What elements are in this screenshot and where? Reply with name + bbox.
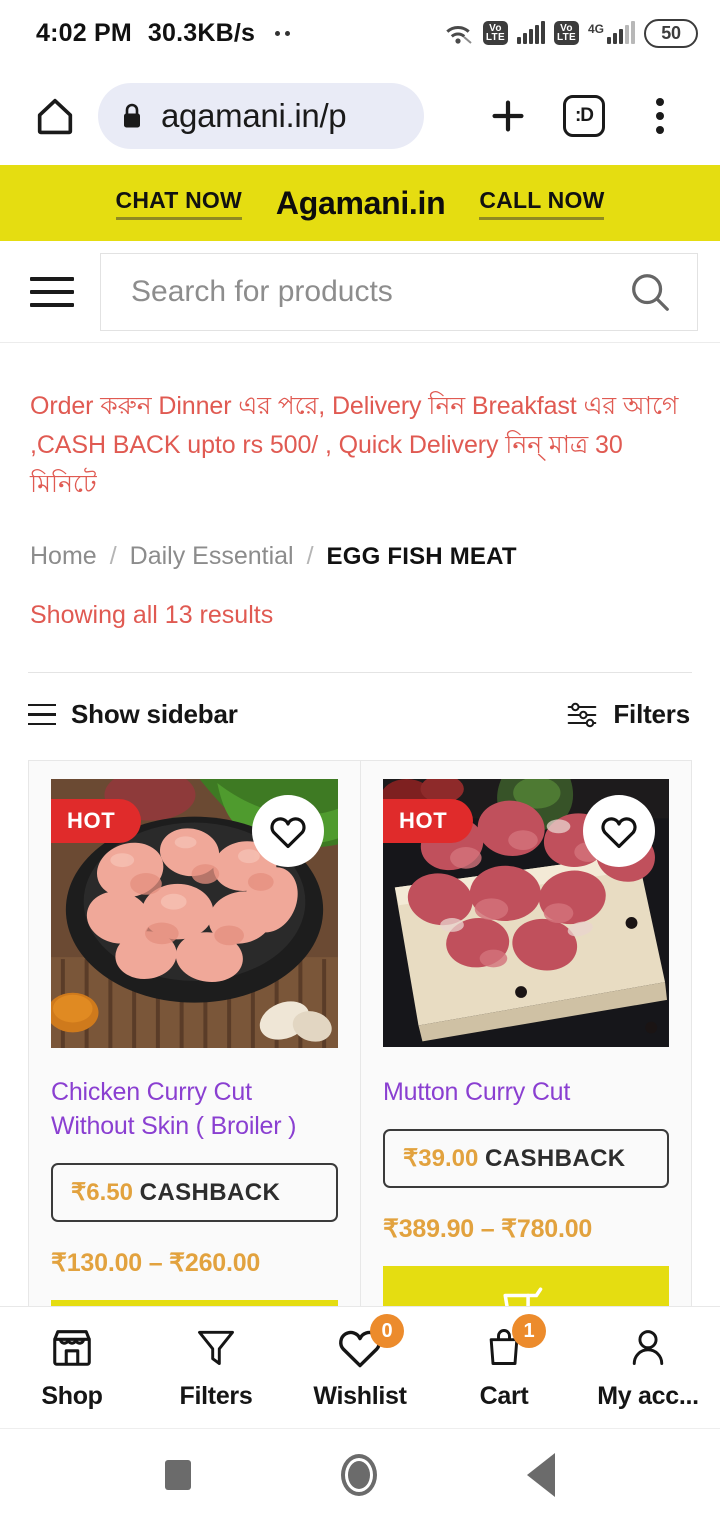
nav-label-my-account: My acc... — [597, 1382, 699, 1410]
product-card[interactable]: HOT Mutton Curry Cut ₹39.00 CASHBACK ₹38… — [360, 761, 691, 1392]
url-text: agamani.in/p — [161, 96, 347, 134]
url-bar[interactable]: agamani.in/p — [98, 82, 424, 149]
cashback-label: CASHBACK — [139, 1179, 281, 1206]
cashback-badge: ₹39.00 CASHBACK — [383, 1129, 669, 1188]
show-sidebar-button[interactable]: Show sidebar — [28, 699, 238, 730]
cashback-amount: ₹39.00 — [403, 1145, 479, 1172]
nav-item-cart[interactable]: 1 Cart — [432, 1314, 576, 1411]
nav-item-wishlist[interactable]: 0 Wishlist — [288, 1314, 432, 1411]
hot-badge: HOT — [383, 799, 474, 843]
cart-icon-wrap: 1 — [482, 1314, 546, 1370]
call-now-link[interactable]: CALL NOW — [479, 187, 605, 220]
volte-icon-sim2: Vo LTE — [553, 21, 579, 45]
nav-label-wishlist: Wishlist — [313, 1382, 407, 1410]
show-sidebar-label: Show sidebar — [71, 699, 238, 729]
cashback-label: CASHBACK — [485, 1145, 626, 1172]
chat-now-link[interactable]: CHAT NOW — [115, 187, 242, 220]
sliders-icon — [568, 702, 597, 727]
product-image[interactable]: HOT — [383, 779, 669, 1051]
product-card[interactable]: HOT Chicken Curry Cut Without Skin ( Bro… — [29, 761, 360, 1392]
funnel-icon-wrap — [194, 1324, 238, 1370]
catalog-toolbar: Show sidebar Filters — [0, 673, 720, 730]
nav-label-shop: Shop — [41, 1382, 103, 1410]
nav-item-my-account[interactable]: My acc... — [576, 1324, 720, 1411]
breadcrumb-separator: / — [109, 542, 117, 570]
signal-bars-sim1 — [516, 21, 545, 44]
volte-icon-sim1: Vo LTE — [482, 21, 508, 45]
heart-icon — [270, 817, 306, 849]
shop-icon-wrap — [48, 1324, 96, 1370]
product-title[interactable]: Chicken Curry Cut Without Skin ( Broiler… — [51, 1075, 338, 1143]
site-brand-title: Agamani.in — [275, 184, 446, 221]
wifi-icon — [446, 25, 472, 44]
kebab-menu-icon[interactable] — [622, 97, 698, 134]
browser-toolbar: agamani.in/p :D — [0, 66, 720, 165]
cashback-amount: ₹6.50 — [71, 1179, 133, 1206]
back-button-icon[interactable] — [527, 1452, 555, 1497]
product-price: ₹130.00 – ₹260.00 — [51, 1249, 261, 1277]
product-title[interactable]: Mutton Curry Cut — [383, 1075, 669, 1109]
lock-icon — [124, 103, 140, 127]
status-bar-right: Vo LTE Vo LTE 4G 50 — [444, 18, 698, 48]
phone-screen: 4:02 PM 30.3KB/s Vo LTE Vo LTE 4G 50 aga… — [0, 0, 720, 1520]
status-time: 4:02 PM — [36, 18, 132, 47]
browser-actions: :D — [470, 93, 698, 139]
recents-button-icon[interactable] — [165, 1459, 191, 1490]
product-grid: HOT Chicken Curry Cut Without Skin ( Bro… — [28, 760, 692, 1393]
nav-item-filters[interactable]: Filters — [144, 1324, 288, 1411]
signal-bars-sim2 — [607, 21, 635, 44]
funnel-icon — [198, 1330, 234, 1365]
filters-button[interactable]: Filters — [566, 699, 690, 730]
filters-label: Filters — [613, 699, 690, 729]
home-icon[interactable] — [26, 93, 84, 139]
breadcrumb-item-current: EGG FISH MEAT — [326, 542, 517, 570]
breadcrumb-separator: / — [306, 542, 314, 570]
hamburger-icon[interactable] — [30, 276, 74, 307]
cashback-badge: ₹6.50 CASHBACK — [51, 1163, 338, 1222]
heart-icon — [601, 817, 637, 849]
nav-item-shop[interactable]: Shop — [0, 1324, 144, 1411]
mobile-data-4g-icon: 4G — [587, 21, 635, 44]
bottom-navigation-bar: Shop Filters 0 Wishlist 1 Cart My acc... — [0, 1306, 720, 1428]
results-count: Showing all 13 results — [30, 601, 274, 629]
status-bar: 4:02 PM 30.3KB/s Vo LTE Vo LTE 4G 50 — [0, 0, 720, 66]
battery-indicator: 50 — [644, 18, 698, 48]
nav-label-cart: Cart — [479, 1382, 529, 1410]
notification-dots-icon — [275, 30, 291, 36]
breadcrumb: Home / Daily Essential / EGG FISH MEAT — [0, 504, 720, 571]
search-input[interactable] — [131, 274, 617, 309]
network-speed: 30.3KB/s — [147, 18, 256, 47]
nav-label-filters: Filters — [179, 1382, 253, 1410]
sidebar-toggle-icon — [28, 703, 56, 726]
status-bar-left: 4:02 PM 30.3KB/s — [36, 18, 291, 48]
site-top-banner: CHAT NOW Agamani.in CALL NOW — [0, 165, 720, 241]
tab-count-button[interactable]: :D — [546, 94, 622, 137]
android-navigation-bar — [0, 1428, 720, 1520]
cart-count-badge: 1 — [512, 1314, 546, 1348]
promo-message: Order করুন Dinner এর পরে, Delivery নিন B… — [30, 392, 679, 498]
network-type-label: 4G — [587, 22, 604, 36]
wishlist-count-badge: 0 — [370, 1314, 404, 1348]
wishlist-icon-wrap: 0 — [336, 1314, 404, 1370]
plus-icon[interactable] — [470, 93, 546, 139]
tab-count-label: :D — [563, 94, 605, 137]
home-button-icon[interactable] — [341, 1453, 377, 1496]
search-row — [0, 241, 720, 343]
wishlist-toggle-button[interactable] — [583, 795, 655, 867]
wishlist-toggle-button[interactable] — [252, 795, 324, 867]
search-icon[interactable] — [627, 269, 673, 315]
search-box[interactable] — [100, 252, 698, 331]
battery-level: 50 — [661, 22, 681, 43]
person-icon — [632, 1330, 664, 1365]
product-price: ₹389.90 – ₹780.00 — [383, 1215, 593, 1243]
breadcrumb-item-home[interactable]: Home — [30, 542, 97, 571]
webpage-content: CHAT NOW Agamani.in CALL NOW Order করুন … — [0, 165, 720, 1428]
shop-icon — [53, 1330, 91, 1366]
product-image[interactable]: HOT — [51, 779, 338, 1051]
account-icon-wrap — [626, 1324, 670, 1370]
hot-badge: HOT — [51, 799, 142, 843]
breadcrumb-item-daily-essential[interactable]: Daily Essential — [130, 542, 294, 571]
